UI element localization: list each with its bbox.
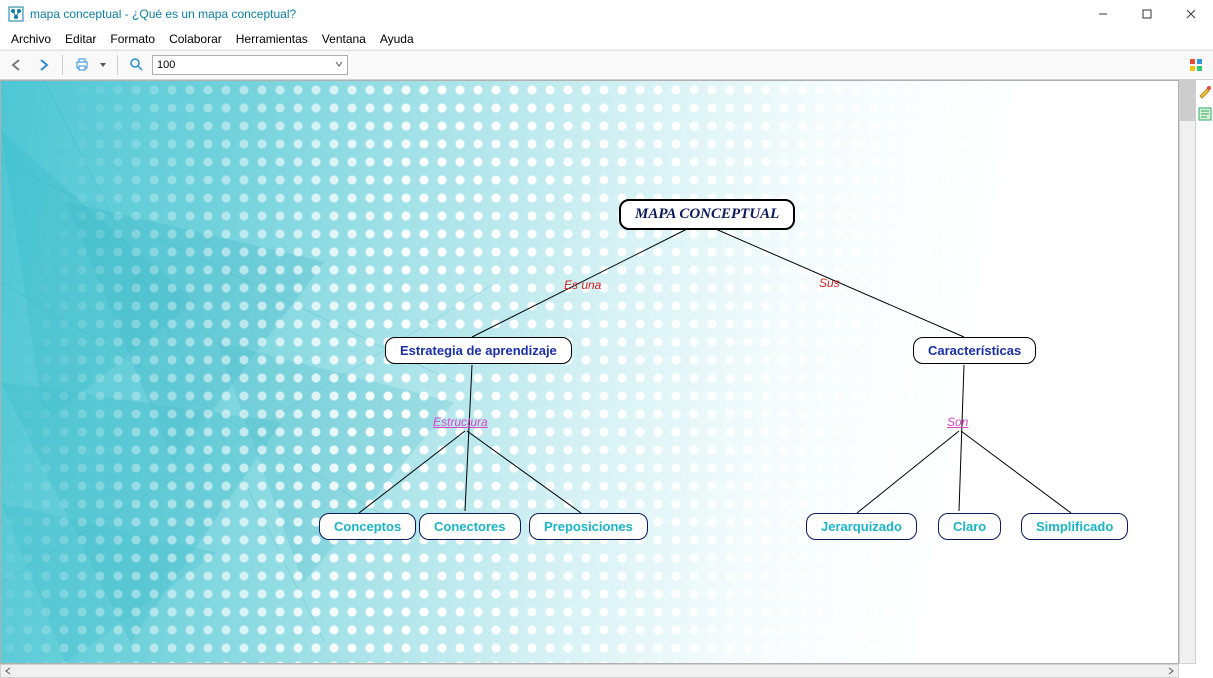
node-conceptos[interactable]: Conceptos	[319, 513, 416, 540]
node-conectores[interactable]: Conectores	[419, 513, 521, 540]
zoom-value: 100	[157, 59, 175, 71]
window-controls	[1081, 0, 1213, 28]
link-label-esuna: Es una	[564, 278, 601, 292]
toolbar-separator	[117, 55, 118, 75]
nav-forward-button[interactable]	[32, 54, 54, 76]
toolbar: 100	[0, 50, 1213, 80]
scroll-left-arrow[interactable]	[1, 665, 15, 677]
chevron-down-icon	[335, 59, 343, 71]
node-caracteristicas[interactable]: Características	[913, 337, 1036, 364]
menu-ventana[interactable]: Ventana	[315, 30, 373, 48]
close-button[interactable]	[1169, 0, 1213, 28]
link-label-sus: Sus	[819, 276, 840, 290]
node-root[interactable]: MAPA CONCEPTUAL	[619, 199, 795, 230]
maximize-button[interactable]	[1125, 0, 1169, 28]
node-claro[interactable]: Claro	[938, 513, 1001, 540]
menu-ayuda[interactable]: Ayuda	[373, 30, 421, 48]
titlebar: mapa conceptual - ¿Qué es un mapa concep…	[0, 0, 1213, 28]
menubar: Archivo Editar Formato Colaborar Herrami…	[0, 28, 1213, 50]
horizontal-scrollbar[interactable]	[0, 664, 1179, 678]
zoom-icon[interactable]	[126, 54, 148, 76]
side-toolbar	[1196, 80, 1213, 122]
menu-editar[interactable]: Editar	[58, 30, 103, 48]
print-button[interactable]	[71, 54, 93, 76]
print-dropdown-button[interactable]	[97, 54, 109, 76]
window-title: mapa conceptual - ¿Qué es un mapa concep…	[30, 7, 296, 21]
zoom-combobox[interactable]: 100	[152, 55, 348, 75]
nav-back-button[interactable]	[6, 54, 28, 76]
notes-tool-button[interactable]	[1197, 106, 1213, 122]
app-icon	[8, 6, 24, 22]
canvas[interactable]: MAPA CONCEPTUAL Es una Sus Estrategia de…	[0, 80, 1179, 664]
link-label-son: Son	[947, 415, 968, 429]
minimize-button[interactable]	[1081, 0, 1125, 28]
node-preposiciones[interactable]: Preposiciones	[529, 513, 648, 540]
menu-archivo[interactable]: Archivo	[4, 30, 58, 48]
node-simplificado[interactable]: Simplificado	[1021, 513, 1128, 540]
menu-colaborar[interactable]: Colaborar	[162, 30, 229, 48]
menu-herramientas[interactable]: Herramientas	[229, 30, 315, 48]
node-jerarquizado[interactable]: Jerarquizado	[806, 513, 917, 540]
canvas-background	[1, 81, 1178, 663]
style-tool-button[interactable]	[1197, 84, 1213, 100]
vertical-scrollbar-thumb[interactable]	[1180, 81, 1195, 121]
vertical-scrollbar[interactable]	[1179, 80, 1196, 664]
menu-formato[interactable]: Formato	[103, 30, 162, 48]
toolbar-separator	[62, 55, 63, 75]
node-estrategia[interactable]: Estrategia de aprendizaje	[385, 337, 572, 364]
scroll-right-arrow[interactable]	[1164, 665, 1178, 677]
link-label-estructura: Estructura	[433, 415, 488, 429]
palette-button[interactable]	[1185, 54, 1207, 76]
